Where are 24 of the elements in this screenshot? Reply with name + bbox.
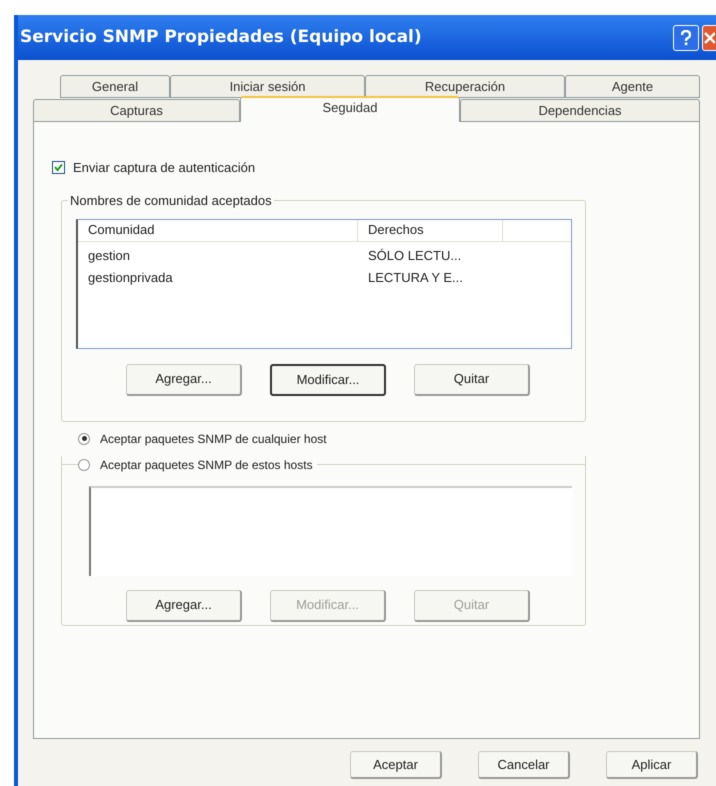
button[interactable]: Agregar...	[126, 364, 242, 396]
tab[interactable]: Recuperación	[365, 75, 565, 98]
table-cell-text: gestionprivada	[87, 268, 174, 287]
tab[interactable]: General	[60, 75, 170, 98]
column-header[interactable]: Derechos	[358, 220, 503, 240]
tab[interactable]: Agente	[565, 75, 700, 98]
button[interactable]: Aceptar	[350, 751, 442, 779]
checkbox-label: Enviar captura de autenticación	[73, 159, 256, 177]
table-cell-text: LECTURA Y E...	[367, 268, 464, 287]
table-cell-text: gestion	[87, 246, 131, 265]
column-header[interactable]: Comunidad	[78, 220, 358, 240]
tab[interactable]: Capturas	[33, 99, 240, 122]
button[interactable]: Cancelar	[478, 751, 570, 779]
button[interactable]: Aplicar	[606, 751, 698, 779]
tab[interactable]: Iniciar sesión	[170, 75, 365, 98]
button[interactable]: Agregar...	[126, 590, 242, 622]
window-title: Servicio SNMP Propiedades (Equipo local)	[19, 26, 422, 49]
button[interactable]: Quitar	[414, 364, 530, 396]
tab[interactable]: Dependencias	[460, 99, 700, 122]
radio-label: Aceptar paquetes SNMP de cualquier host	[100, 430, 327, 448]
button[interactable]: Modificar...	[270, 364, 386, 396]
radio-label: Aceptar paquetes SNMP de estos hosts	[100, 456, 313, 474]
tab[interactable]: Seguidad	[240, 96, 460, 122]
table-cell-text: SÓLO LECTU...	[367, 246, 462, 265]
